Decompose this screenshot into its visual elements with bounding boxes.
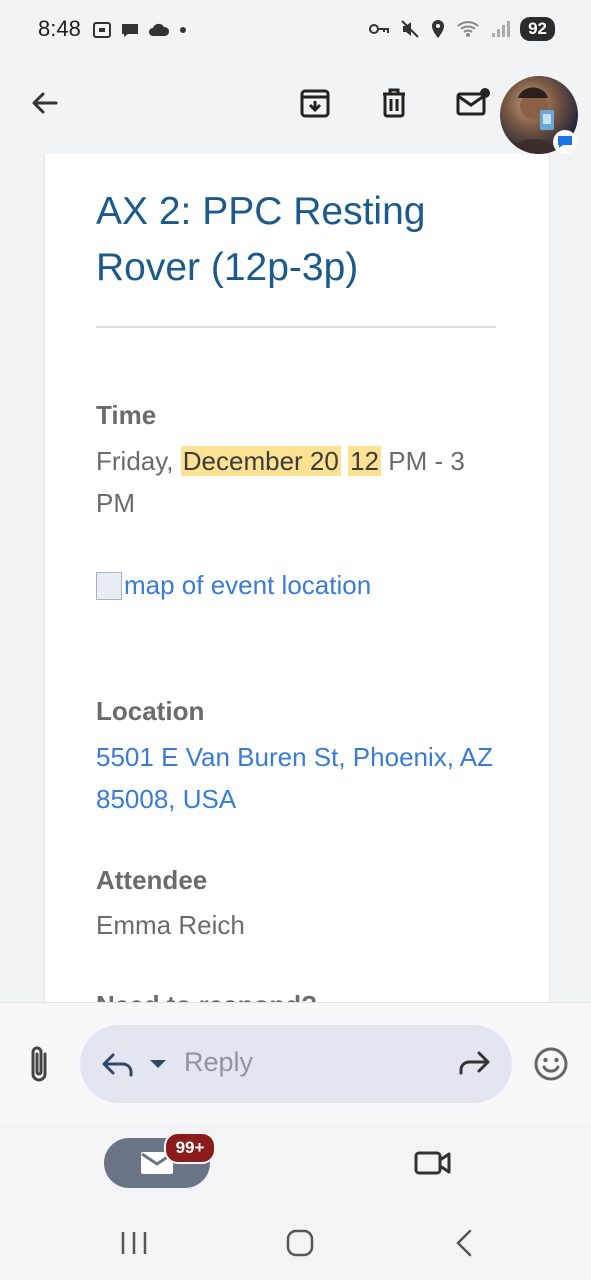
attendee-value: Emma Reich bbox=[96, 910, 245, 940]
archive-button[interactable] bbox=[292, 80, 338, 126]
archive-icon bbox=[300, 89, 330, 118]
time-space bbox=[341, 446, 348, 476]
chat-bubble-icon bbox=[558, 136, 572, 148]
gmail-screen: 8:48 92 AX 2: PPC Resting Rover (12p-3p)… bbox=[0, 0, 591, 1280]
reply-options-button[interactable] bbox=[145, 1051, 171, 1077]
broken-image-icon bbox=[96, 571, 122, 600]
signal-icon bbox=[492, 21, 511, 37]
cloud-icon bbox=[149, 23, 170, 36]
bottom-navigation: 99+ bbox=[0, 1122, 591, 1212]
screenshot-icon bbox=[93, 22, 111, 38]
home-button[interactable] bbox=[278, 1224, 322, 1262]
status-system-icons: 92 bbox=[368, 17, 555, 41]
key-icon bbox=[369, 24, 390, 34]
forward-icon bbox=[459, 1051, 490, 1075]
mute-icon bbox=[401, 20, 419, 38]
caret-down-icon bbox=[150, 1060, 166, 1068]
unread-count-badge: 99+ bbox=[164, 1132, 216, 1164]
reply-placeholder: Reply bbox=[184, 1047, 254, 1077]
time-date-highlight: December 20 bbox=[180, 446, 341, 476]
delete-button[interactable] bbox=[371, 80, 417, 126]
status-bar: 8:48 92 bbox=[0, 0, 591, 60]
mark-unread-button[interactable] bbox=[450, 80, 496, 126]
dot-icon bbox=[180, 27, 186, 33]
map-alt-text: map of event location bbox=[124, 570, 372, 600]
mail-unread-icon bbox=[456, 88, 490, 116]
emoji-button[interactable] bbox=[530, 1043, 572, 1085]
attendee-label: Attendee bbox=[96, 865, 208, 895]
video-icon bbox=[414, 1151, 451, 1175]
chat-icon bbox=[122, 24, 138, 37]
time-label: Time bbox=[96, 400, 157, 430]
emoji-icon bbox=[534, 1047, 568, 1081]
status-notification-icons bbox=[92, 20, 188, 40]
arrow-left-icon bbox=[32, 92, 58, 114]
location-link[interactable]: 5501 E Van Buren St, Phoenix, AZ 85008, … bbox=[96, 736, 496, 820]
location-icon bbox=[432, 20, 445, 38]
email-body: AX 2: PPC Resting Rover (12p-3p) Time Fr… bbox=[0, 154, 591, 1002]
battery-level: 92 bbox=[520, 17, 555, 41]
home-icon bbox=[286, 1229, 314, 1257]
attach-button[interactable] bbox=[20, 1041, 60, 1087]
chat-status-badge bbox=[553, 130, 577, 154]
chevron-left-icon bbox=[456, 1229, 472, 1257]
time-value: Friday, December 20 12 PM - 3 PM bbox=[96, 440, 496, 524]
respond-label: Need to respond? bbox=[96, 990, 317, 1002]
top-app-bar bbox=[0, 60, 591, 154]
reply-bar: Reply bbox=[0, 1002, 591, 1123]
divider bbox=[96, 326, 496, 328]
system-navigation-bar bbox=[0, 1212, 591, 1280]
trash-icon bbox=[383, 88, 405, 118]
paperclip-icon bbox=[31, 1046, 47, 1082]
reply-icon bbox=[102, 1053, 133, 1077]
time-hour-highlight: 12 bbox=[348, 446, 381, 476]
wifi-icon bbox=[457, 21, 479, 37]
recents-button[interactable] bbox=[112, 1226, 156, 1260]
status-time: 8:48 bbox=[38, 16, 81, 41]
time-weekday: Friday, bbox=[96, 446, 181, 476]
event-title: AX 2: PPC Resting Rover (12p-3p) bbox=[96, 190, 426, 289]
location-label: Location bbox=[96, 696, 205, 726]
back-button[interactable] bbox=[22, 80, 68, 126]
system-back-button[interactable] bbox=[444, 1224, 484, 1262]
recents-icon bbox=[121, 1232, 147, 1254]
meet-tab[interactable] bbox=[410, 1140, 456, 1186]
reply-button[interactable] bbox=[96, 1043, 140, 1087]
forward-button[interactable] bbox=[452, 1041, 496, 1085]
map-image-link[interactable]: map of event location bbox=[96, 570, 371, 601]
